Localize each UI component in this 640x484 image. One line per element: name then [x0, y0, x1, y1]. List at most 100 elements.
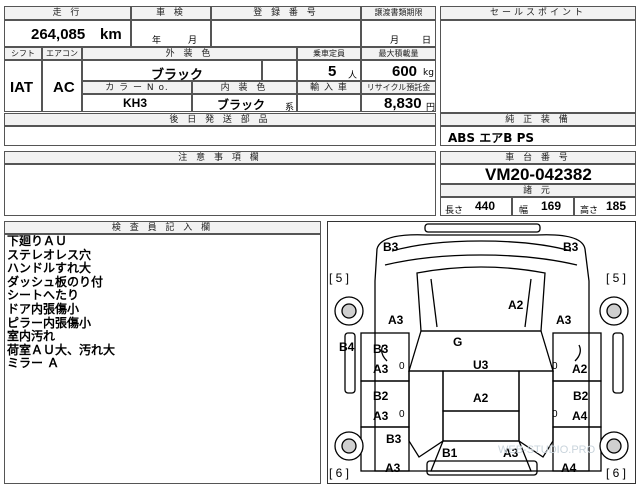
mark-b1-rear: B1	[442, 446, 458, 460]
genuine-equipment-cell: ABS エアB PS	[440, 126, 636, 146]
width-label: 幅	[519, 206, 529, 216]
capacity-cell: 5 人	[297, 60, 361, 81]
chassis-number-value: VM20-042382	[485, 165, 592, 184]
hood-front-curve	[384, 254, 578, 266]
mark-b2-right: B2	[573, 389, 589, 403]
mark-b2-left: B2	[373, 389, 389, 403]
registration-label: 登 録 番 号	[211, 6, 361, 20]
import-cell	[297, 94, 361, 112]
height-label: 高さ	[580, 206, 599, 216]
mark-a3-rear-left: A3	[373, 409, 389, 423]
exterior-color-extra-cell	[262, 60, 297, 81]
aircon-value: AC	[53, 79, 75, 96]
genuine-equipment-value: ABS エアB PS	[448, 131, 535, 145]
side-left-shape	[408, 370, 444, 458]
chassis-number-label: 車 台 番 号	[440, 151, 636, 164]
length-value: 440	[475, 199, 496, 213]
mark-zero-2: 0	[552, 361, 558, 372]
shift-cell: IAT	[4, 60, 42, 112]
mark-b3-front-right: B3	[563, 240, 579, 254]
side-strip-right-shape	[612, 332, 624, 394]
caution-label: 注 意 事 項 欄	[4, 151, 436, 164]
inspection-label: 車 検	[131, 6, 211, 20]
genuine-equipment-label: 純 正 装 備	[440, 113, 636, 126]
mark-a3-bumper-left: A3	[385, 461, 401, 475]
aircon-cell: AC	[42, 60, 82, 112]
wheel-rear-left-shape	[341, 438, 357, 454]
hood-line-right	[524, 278, 532, 328]
aircon-label: エアコン	[42, 47, 82, 60]
mark-zero-3: 0	[399, 409, 405, 420]
note-item: 室内汚れ	[7, 329, 56, 344]
watermark-text: WEB-STUDIO.PRO	[498, 444, 596, 456]
caution-cell	[4, 164, 436, 216]
mark-a3-fender-left: A3	[388, 313, 404, 327]
exterior-color-cell: ブラック	[82, 60, 262, 83]
registration-cell	[211, 20, 361, 47]
mark-b3-door-left: B3	[373, 342, 389, 356]
mirror-right-shape	[574, 344, 581, 362]
wheel-front-left-shape	[341, 303, 357, 319]
dimension-length-cell: 長さ 440	[440, 197, 512, 216]
hood-line-left	[430, 278, 438, 328]
mileage-cell: 264,085 km	[4, 20, 131, 47]
mileage-unit: km	[100, 26, 122, 43]
mark-a3-fender-right: A3	[556, 313, 572, 327]
tire-rear-left-label: [ 6 ]	[329, 466, 350, 480]
inspection-cell: 年 月	[131, 20, 211, 47]
note-item: シートへたり	[7, 288, 80, 303]
shift-label: シフト	[4, 47, 42, 60]
recycle-unit: 円	[426, 103, 436, 113]
note-item: 荷室ＡＵ大、汚れ大	[7, 342, 116, 357]
height-value: 185	[606, 199, 627, 213]
body-outline	[374, 234, 590, 472]
bumper-curve	[391, 240, 572, 252]
recycle-cell: 8,830 円	[361, 94, 436, 113]
wheel-front-right-shape	[606, 303, 622, 319]
note-item: ハンドルすれ大	[7, 261, 92, 276]
color-no-label: カ ラ ー N o.	[82, 81, 192, 94]
shift-value: IAT	[10, 79, 34, 96]
inspector-notes-label: 検 査 員 記 入 欄	[4, 221, 321, 234]
color-no-cell: KH3	[82, 94, 192, 112]
note-item: ドア内張傷小	[7, 301, 80, 316]
transfer-deadline-label: 譲渡書類期限	[361, 6, 436, 20]
tire-front-left-label: [ 5 ]	[329, 271, 350, 285]
mark-b3-rear-left: B3	[386, 432, 402, 446]
mark-u3-roof: U3	[473, 358, 489, 372]
max-load-label: 最大積載量	[361, 47, 436, 60]
dimension-height-cell: 高さ 185	[574, 197, 636, 216]
inspection-month: 月	[188, 36, 198, 46]
mark-zero-1: 0	[399, 361, 405, 372]
transfer-deadline-cell: 月 日	[361, 20, 436, 47]
deadline-month: 月	[390, 36, 400, 46]
chassis-number-cell: VM20-042382	[440, 164, 636, 184]
capacity-value: 5	[328, 63, 337, 80]
mark-zero-4: 0	[552, 409, 558, 420]
note-item: 下廻りＡＵ	[7, 234, 68, 248]
mileage-label: 走 行	[4, 6, 131, 20]
mark-b3-front-left: B3	[383, 240, 399, 254]
rear-bumper-shape	[426, 460, 538, 476]
interior-color-label: 内 装 色	[192, 81, 297, 94]
import-label: 輸 入 車	[297, 81, 361, 94]
sales-point-cell	[440, 20, 636, 113]
capacity-label: 乗車定員	[297, 47, 361, 60]
max-load-unit: kg	[423, 68, 434, 78]
mark-b4-left: B4	[339, 340, 355, 354]
recycle-label: リサイクル預託金	[361, 81, 436, 94]
recycle-value: 8,830	[384, 95, 422, 112]
mark-a4-bumper-right: A4	[561, 461, 577, 475]
mark-g-windshield: G	[453, 335, 463, 349]
interior-color-suffix: 系	[285, 103, 295, 113]
color-no-value: KH3	[123, 96, 148, 110]
interior-color-value: ブラック	[217, 98, 266, 112]
capacity-unit: 人	[348, 71, 358, 81]
deadline-day: 日	[422, 36, 432, 46]
front-bumper-shape	[424, 223, 541, 233]
inspection-year: 年	[152, 36, 162, 46]
interior-color-cell: ブラック 系	[192, 94, 297, 113]
mark-a2-door-right: A2	[572, 362, 588, 376]
width-value: 169	[541, 199, 562, 213]
exterior-color-label: 外 装 色	[82, 47, 297, 60]
